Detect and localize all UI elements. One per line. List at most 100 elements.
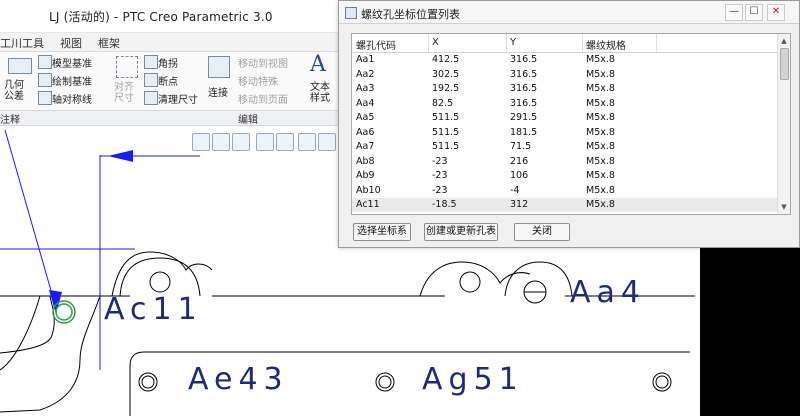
hole-label-ag51: Ag51 xyxy=(422,362,524,397)
cell-code: Ac11 xyxy=(356,199,380,210)
hole-label-ac11: Ac11 xyxy=(104,292,203,327)
scroll-down-icon[interactable]: ▼ xyxy=(779,202,789,212)
hole-coordinate-dialog: 螺纹孔坐标位置列表 — ☐ ✕ 螺孔代码 X Y 螺纹规格 Aa1 412.5 31… xyxy=(338,0,800,248)
minimize-button[interactable]: — xyxy=(725,4,743,21)
annotate-group-label[interactable]: 注释 xyxy=(0,111,20,126)
cell-y: 84.4185 xyxy=(510,214,549,215)
table-row[interactable]: Ba12 566.581 84.4185 M4x.7 xyxy=(352,213,778,215)
hole-table: 螺孔代码 X Y 螺纹规格 Aa1 412.5 316.5 M5x.8 Aa2 302.5… xyxy=(351,33,791,215)
app-titlebar: LJ (活动的) - PTC Creo Parametric 3.0 xyxy=(0,0,340,33)
cell-x: -23 xyxy=(432,170,448,181)
table-scrollbar[interactable]: ▲ ▼ xyxy=(777,34,790,214)
dialog-app-icon xyxy=(345,7,357,19)
column-header-x[interactable]: X xyxy=(432,37,439,48)
table-row[interactable]: Ab10 -23 -4 M5x.8 xyxy=(352,184,778,198)
cell-x: -18.5 xyxy=(432,199,457,210)
close-button[interactable]: 关闭 xyxy=(514,223,570,241)
break-button[interactable]: 断点 xyxy=(158,73,178,88)
tab-frame[interactable]: 框架 xyxy=(98,35,120,51)
cell-x: 192.5 xyxy=(432,83,460,94)
cell-code: Ab8 xyxy=(356,155,375,167)
table-row[interactable]: Aa6 511.5 181.5 M5x.8 xyxy=(352,126,778,140)
column-separator xyxy=(506,34,507,52)
text-style-button[interactable]: 文本样式 xyxy=(310,82,334,104)
column-header-code[interactable]: 螺孔代码 xyxy=(356,37,396,52)
cell-thread: M5x.8 xyxy=(586,112,615,123)
app-title: LJ (活动的) - PTC Creo Parametric 3.0 xyxy=(49,10,273,24)
move-special-button[interactable]: 移动特殊 xyxy=(238,73,278,88)
table-row[interactable]: Aa4 82.5 316.5 M5x.8 xyxy=(352,97,778,111)
cleanup-dimension-button[interactable]: 清理尺寸 xyxy=(158,91,198,106)
axis-symmetry-button[interactable]: 轴对称线 xyxy=(52,91,92,106)
geometric-tolerance-icon[interactable] xyxy=(8,58,32,74)
jog-icon xyxy=(144,55,158,69)
cell-y: 316.5 xyxy=(510,97,538,109)
table-row[interactable]: Aa1 412.5 316.5 M5x.8 xyxy=(352,53,778,67)
tab-tools[interactable]: 工川工具 xyxy=(0,35,44,51)
tab-view[interactable]: 视图 xyxy=(60,35,82,51)
align-dimension-button[interactable]: 对齐尺寸 xyxy=(114,82,138,104)
connect-button[interactable]: 连接 xyxy=(208,84,228,99)
datum-display-icon[interactable] xyxy=(318,133,336,151)
column-header-y[interactable]: Y xyxy=(510,37,516,48)
zoom-out-icon[interactable] xyxy=(232,133,250,151)
cell-code: Aa1 xyxy=(356,54,375,65)
align-dimension-icon xyxy=(116,56,138,78)
cell-thread: M4x.7 xyxy=(586,214,615,215)
hole-label-ae43: Ae43 xyxy=(188,362,289,397)
axis-symmetry-icon xyxy=(38,91,52,105)
cell-thread: M5x.8 xyxy=(586,170,615,181)
jog-button[interactable]: 角拐 xyxy=(158,55,178,70)
close-window-button[interactable]: ✕ xyxy=(767,4,785,21)
table-row[interactable]: Aa7 511.5 71.5 M5x.8 xyxy=(352,140,778,154)
sketch-datum-button[interactable]: 绘制基准 xyxy=(52,73,92,88)
move-to-page-button[interactable]: 移动到页面 xyxy=(238,91,288,106)
cell-y: 71.5 xyxy=(510,141,532,152)
move-to-view-button[interactable]: 移动到视图 xyxy=(238,55,288,70)
ribbon-panel: 几何公差 模型基准 绘制基准 轴对称线 对齐尺寸 角拐 断点 清理尺寸 连接 移… xyxy=(0,52,340,110)
geometric-tolerance-label[interactable]: 几何公差 xyxy=(4,80,32,102)
cell-thread: M5x.8 xyxy=(586,97,615,109)
cell-x: 82.5 xyxy=(432,97,454,109)
cell-x: 511.5 xyxy=(432,126,460,138)
edit-group-label[interactable]: 编辑 xyxy=(238,111,258,126)
display-style-icon[interactable] xyxy=(276,133,294,151)
table-header: 螺孔代码 X Y 螺纹规格 xyxy=(352,34,778,53)
scroll-up-icon[interactable]: ▲ xyxy=(779,36,789,46)
cell-code: Ba12 xyxy=(356,214,380,215)
text-style-icon: A xyxy=(310,52,326,77)
table-row[interactable]: Ac11 -18.5 312 M5x.8 xyxy=(352,198,778,212)
cell-x: -23 xyxy=(432,184,448,196)
select-coordinate-system-button[interactable]: 选择坐标系 xyxy=(353,223,411,241)
cell-thread: M5x.8 xyxy=(586,83,615,94)
scroll-thumb[interactable] xyxy=(780,48,789,80)
table-row[interactable]: Ab8 -23 216 M5x.8 xyxy=(352,155,778,169)
maximize-button[interactable]: ☐ xyxy=(745,4,763,21)
cell-thread: M5x.8 xyxy=(586,184,615,196)
saved-views-icon[interactable] xyxy=(298,133,316,151)
cell-x: 566.581 xyxy=(432,214,471,215)
model-datum-button[interactable]: 模型基准 xyxy=(52,55,92,70)
cell-x: 302.5 xyxy=(432,68,460,80)
cell-y: -4 xyxy=(510,184,520,196)
repaint-icon[interactable] xyxy=(256,133,274,151)
zoom-in-icon[interactable] xyxy=(212,133,230,151)
column-header-thread[interactable]: 螺纹规格 xyxy=(586,37,626,52)
column-separator xyxy=(582,34,583,52)
refit-icon[interactable] xyxy=(192,133,210,151)
cell-code: Ab9 xyxy=(356,170,375,181)
table-row[interactable]: Ab9 -23 106 M5x.8 xyxy=(352,169,778,183)
table-row[interactable]: Aa2 302.5 316.5 M5x.8 xyxy=(352,68,778,82)
cell-x: 511.5 xyxy=(432,112,460,123)
column-separator xyxy=(656,34,657,52)
hole-label-aa4: Aa4 xyxy=(570,275,646,310)
create-update-hole-table-button[interactable]: 创建或更新孔表 xyxy=(424,223,498,241)
cell-code: Aa5 xyxy=(356,112,375,123)
connect-icon xyxy=(208,56,230,78)
table-row[interactable]: Aa5 511.5 291.5 M5x.8 xyxy=(352,111,778,125)
ribbon-tabs: 工川工具 视图 框架 xyxy=(0,33,340,52)
view-toolbar xyxy=(188,131,338,153)
dialog-titlebar: 螺纹孔坐标位置列表 — ☐ ✕ xyxy=(339,1,799,24)
table-row[interactable]: Aa3 192.5 316.5 M5x.8 xyxy=(352,82,778,96)
cell-code: Aa4 xyxy=(356,97,375,109)
